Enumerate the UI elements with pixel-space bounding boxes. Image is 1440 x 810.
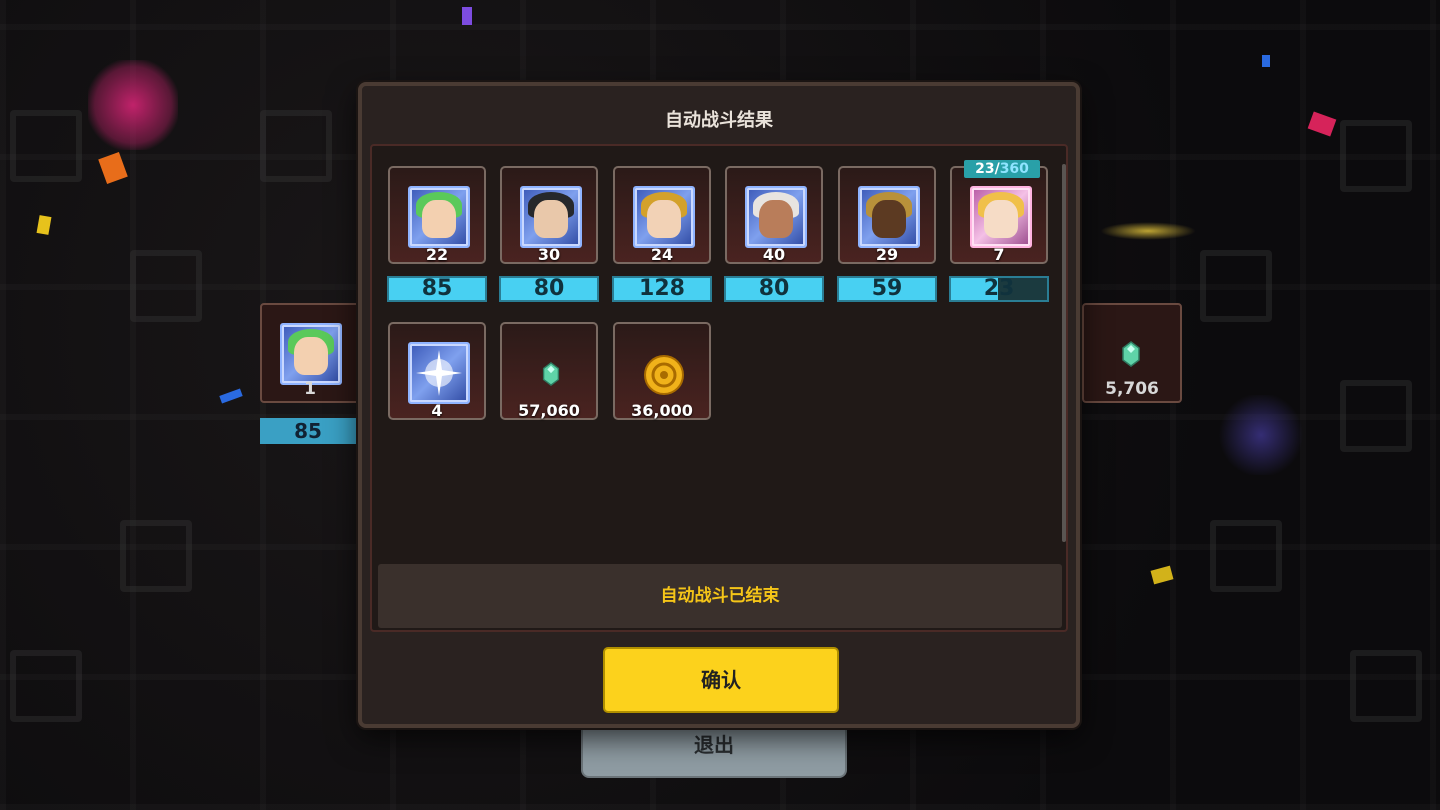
hero-face xyxy=(422,200,456,238)
bg-reward-card: 5,706 xyxy=(1082,303,1182,403)
green-gem-icon xyxy=(542,362,560,386)
bg-pattern-tile xyxy=(120,520,192,592)
confirm-button[interactable]: 确认 xyxy=(603,647,839,713)
exp-gain-bar: 23 xyxy=(949,276,1049,302)
hero-card: 40 xyxy=(725,166,823,264)
confetti-blob xyxy=(1216,395,1306,475)
reward-item: 4 xyxy=(388,322,486,420)
bg-pattern-tile xyxy=(1340,380,1412,452)
hero-level: 29 xyxy=(875,245,899,264)
exp-gain-bar: 80 xyxy=(724,276,824,302)
bg-pattern-tile xyxy=(1200,250,1272,322)
hero-dark-hair-icon xyxy=(520,186,582,248)
bg-pattern-tile xyxy=(10,110,82,182)
reward-count: 36,000 xyxy=(631,401,693,420)
hero-level: 30 xyxy=(537,245,561,264)
hero-face xyxy=(534,200,568,238)
hero-face xyxy=(647,200,681,238)
confetti-piece xyxy=(1262,55,1270,67)
gold-coin-icon xyxy=(644,355,684,395)
hero-level: 7 xyxy=(993,245,1005,264)
confetti-blob xyxy=(88,60,178,150)
confetti-glow xyxy=(1100,222,1196,240)
hero-goggles-icon xyxy=(633,186,695,248)
hero-card: 7 xyxy=(950,166,1048,264)
hero-progress-badge: 23/360 xyxy=(964,160,1040,178)
hero-level: 22 xyxy=(425,245,449,264)
exp-gain-bar: 80 xyxy=(499,276,599,302)
status-message: 自动战斗已结束 xyxy=(378,564,1062,628)
hero-green-hair-icon xyxy=(408,186,470,248)
hero-green-hair-icon xyxy=(280,323,342,385)
bg-pattern-tile xyxy=(1210,520,1282,592)
bg-pattern-tile xyxy=(260,110,332,182)
bg-pattern-tile xyxy=(130,250,202,322)
light-crystal-icon xyxy=(408,342,470,404)
exp-gain-bar: 59 xyxy=(837,276,937,302)
hero-card: 22 xyxy=(388,166,486,264)
hero-face xyxy=(984,200,1018,238)
reward-item: 36,000 xyxy=(613,322,711,420)
bg-reward-count: 5,706 xyxy=(1105,379,1159,399)
hero-bald-warrior-icon xyxy=(745,186,807,248)
bg-pattern-tile xyxy=(1340,120,1412,192)
hero-card: 29 xyxy=(838,166,936,264)
dialog-title: 自动战斗结果 xyxy=(665,110,773,131)
confetti-piece xyxy=(462,7,472,25)
progress-current: 23 xyxy=(975,161,995,177)
progress-max: 360 xyxy=(999,161,1029,177)
sparkle-icon xyxy=(416,350,462,396)
rewards-scrollbar[interactable] xyxy=(1062,164,1066,542)
bg-pattern-tile xyxy=(1350,650,1422,722)
bg-exp-bar: 85 xyxy=(260,418,356,444)
reward-count: 57,060 xyxy=(518,401,580,420)
hero-level: 40 xyxy=(762,245,786,264)
exp-gain-bar: 85 xyxy=(387,276,487,302)
exp-gain-bar: 128 xyxy=(612,276,712,302)
reward-count: 4 xyxy=(431,401,443,420)
hero-golden-armor-icon xyxy=(858,186,920,248)
hero-blonde-mage-icon xyxy=(970,186,1032,248)
bg-hero-card: 1 xyxy=(260,303,360,403)
rewards-panel: 22 30 24 40 29 7 23/360 85 80 128 80 59 … xyxy=(370,144,1068,632)
hero-card: 30 xyxy=(500,166,598,264)
hero-level: 24 xyxy=(650,245,674,264)
exit-button[interactable]: 退出 xyxy=(581,728,847,778)
hero-card: 24 xyxy=(613,166,711,264)
auto-battle-result-dialog: 自动战斗结果 22 30 24 40 29 7 23/360 85 80 128… xyxy=(358,82,1080,728)
hero-face xyxy=(872,200,906,238)
reward-item: 57,060 xyxy=(500,322,598,420)
hero-face xyxy=(759,200,793,238)
green-gem-icon xyxy=(1122,341,1140,367)
bg-hero-level: 1 xyxy=(304,379,316,399)
hero-face xyxy=(294,337,328,375)
bg-pattern-tile xyxy=(10,650,82,722)
